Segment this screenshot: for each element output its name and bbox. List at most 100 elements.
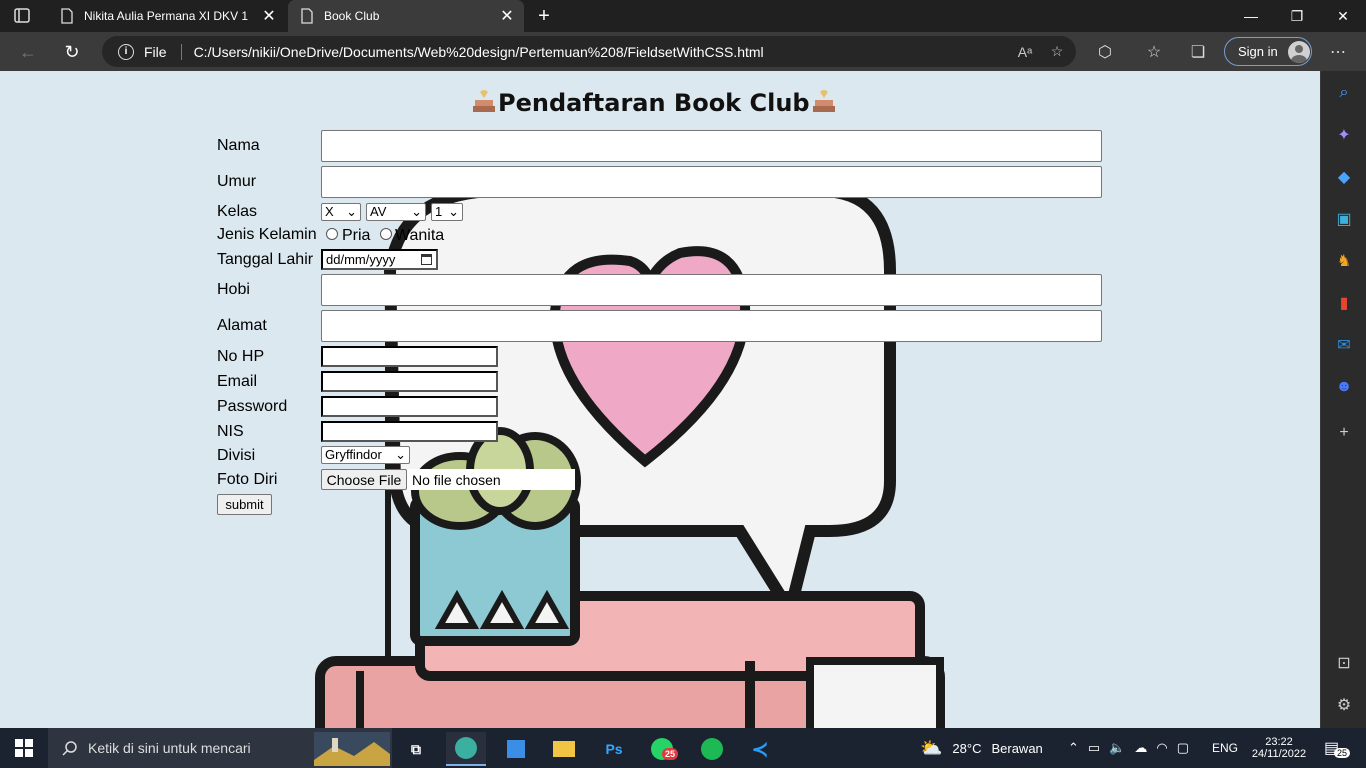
tab-book-club[interactable]: Book Club ✕	[288, 0, 524, 32]
task-view-icon[interactable]: ⧉	[396, 732, 436, 766]
windows-start-icon[interactable]	[0, 728, 48, 768]
kelas-jurusan-value: AV	[370, 204, 387, 219]
calendar-icon[interactable]	[421, 254, 432, 265]
info-icon[interactable]: i	[118, 43, 134, 60]
address-bar[interactable]: i File C:/Users/nikii/OneDrive/Documents…	[102, 36, 1076, 67]
search-icon	[62, 741, 77, 756]
drop-icon[interactable]: ☻	[1332, 375, 1356, 399]
tab-nikita[interactable]: Nikita Aulia Permana XI DKV 1 ✕	[48, 0, 286, 32]
games-icon[interactable]: ♞	[1332, 249, 1356, 273]
label-kelas: Kelas	[217, 203, 258, 220]
hobi-textarea[interactable]	[321, 274, 1102, 306]
weather-widget[interactable]: ⛅ 28°C Berawan	[920, 728, 1043, 768]
no-hp-input[interactable]	[321, 346, 498, 367]
label-jenis-kelamin: Jenis Kelamin	[217, 226, 317, 243]
volume-icon[interactable]: 🔈	[1109, 740, 1125, 756]
kelas-grade-value: X	[325, 204, 334, 219]
date-placeholder: dd/mm/yyyy	[326, 252, 396, 267]
wifi-icon[interactable]: ◠	[1156, 740, 1167, 756]
meet-now-icon[interactable]: ▢	[1177, 740, 1189, 756]
photoshop-icon[interactable]: Ps	[594, 732, 634, 766]
close-tab-icon[interactable]: ✕	[496, 5, 518, 27]
divider	[180, 43, 182, 60]
favorites-icon[interactable]: ☆	[1142, 40, 1166, 64]
chevron-down-icon: ⌄	[448, 204, 459, 219]
copilot-icon[interactable]: ✦	[1332, 123, 1356, 147]
settings-gear-icon[interactable]: ⚙	[1332, 693, 1356, 717]
page-heading: Pendaftaran Book Club	[470, 88, 838, 118]
whatsapp-badge: 25	[662, 748, 679, 760]
search-icon[interactable]: ⌕	[1332, 81, 1356, 105]
nama-textarea[interactable]	[321, 130, 1102, 162]
choose-file-button[interactable]: Choose File	[321, 469, 407, 490]
extensions-icon[interactable]: ⬡	[1093, 40, 1117, 64]
label-tanggal-lahir: Tanggal Lahir	[217, 251, 314, 268]
book-stack-icon	[473, 90, 495, 112]
shopping-icon[interactable]: ◆	[1332, 165, 1356, 189]
url-text[interactable]: C:/Users/nikii/OneDrive/Documents/Web%20…	[194, 44, 1012, 60]
office-icon[interactable]: ▮	[1332, 291, 1356, 315]
kelas-grade-select[interactable]: X ⌄	[321, 203, 361, 221]
edge-app-icon[interactable]	[446, 732, 486, 766]
hide-sidebar-icon[interactable]: ⊡	[1332, 651, 1356, 675]
tab-title: Nikita Aulia Permana XI DKV 1	[84, 9, 249, 23]
close-tab-icon[interactable]: ✕	[258, 5, 280, 27]
back-icon[interactable]: ←	[14, 38, 42, 66]
tanggal-lahir-input[interactable]: dd/mm/yyyy	[321, 249, 438, 270]
more-options-icon[interactable]: ⋯	[1326, 40, 1350, 64]
label-email: Email	[217, 373, 258, 390]
label-nama: Nama	[217, 137, 260, 154]
label-divisi: Divisi	[217, 447, 256, 464]
book-stack-icon	[812, 90, 835, 112]
chevron-down-icon: ⌄	[395, 447, 406, 462]
notification-icon[interactable]: ▤ 25	[1324, 728, 1351, 768]
search-placeholder: Ketik di sini untuk mencari	[88, 740, 251, 756]
page-icon	[301, 8, 313, 24]
radio-wanita[interactable]	[380, 228, 392, 240]
password-input[interactable]	[321, 396, 498, 417]
kelas-jurusan-select[interactable]: AV ⌄	[366, 203, 426, 221]
submit-button[interactable]: submit	[217, 494, 272, 515]
label-hobi: Hobi	[217, 281, 250, 298]
file-explorer-icon[interactable]	[544, 732, 584, 766]
tab-actions-menu-icon[interactable]	[10, 7, 34, 25]
kelas-nomor-select[interactable]: 1 ⌄	[431, 203, 463, 221]
read-aloud-icon[interactable]: Aᵃ	[1012, 39, 1038, 65]
nis-input[interactable]	[321, 421, 498, 442]
email-input[interactable]	[321, 371, 498, 392]
add-icon[interactable]: +	[1332, 421, 1356, 445]
close-window-icon[interactable]: ✕	[1320, 0, 1366, 32]
radio-pria[interactable]	[326, 228, 338, 240]
collections-icon[interactable]: ❏	[1186, 40, 1210, 64]
store-app-icon[interactable]	[496, 732, 536, 766]
spotify-icon[interactable]	[692, 732, 732, 766]
minimize-icon[interactable]: —	[1228, 0, 1274, 32]
sign-in-button[interactable]: Sign in	[1224, 37, 1312, 66]
outlook-icon[interactable]: ✉	[1332, 333, 1356, 357]
weather-icon: ⛅	[920, 737, 943, 758]
new-tab-icon[interactable]: +	[532, 4, 556, 28]
edge-sidebar: ⌕ ✦ ◆ ▣ ♞ ▮ ✉ ☻ + ⊡ ⚙	[1320, 71, 1366, 728]
onedrive-icon[interactable]: ☁	[1134, 740, 1147, 756]
language-indicator[interactable]: ENG	[1212, 728, 1238, 768]
battery-icon[interactable]: ▭	[1088, 740, 1100, 756]
refresh-icon[interactable]: ↻	[58, 38, 86, 66]
chevron-down-icon: ⌄	[411, 204, 422, 219]
chevron-up-icon[interactable]: ⌃	[1068, 740, 1079, 756]
divisi-select[interactable]: Gryffindor ⌄	[321, 446, 410, 464]
system-tray: ⌃ ▭ 🔈 ☁ ◠ ▢	[1068, 728, 1189, 768]
taskbar-search[interactable]: Ketik di sini untuk mencari	[48, 728, 392, 768]
alamat-textarea[interactable]	[321, 310, 1102, 342]
restore-icon[interactable]: ❐	[1274, 0, 1320, 32]
weather-temp: 28°C	[952, 740, 982, 756]
add-favorite-icon[interactable]: ☆	[1044, 39, 1070, 65]
umur-textarea[interactable]	[321, 166, 1102, 198]
browser-toolbar: ← ↻ i File C:/Users/nikii/OneDrive/Docum…	[0, 32, 1366, 71]
whatsapp-icon[interactable]: 25	[642, 732, 682, 766]
browser-tab-bar: Nikita Aulia Permana XI DKV 1 ✕ Book Clu…	[0, 0, 1366, 32]
clock[interactable]: 23:22 24/11/2022	[1248, 728, 1310, 768]
divisi-value: Gryffindor	[325, 447, 382, 462]
weather-desc: Berawan	[991, 740, 1043, 756]
vscode-icon[interactable]: ≺	[740, 732, 780, 766]
tools-icon[interactable]: ▣	[1332, 207, 1356, 231]
